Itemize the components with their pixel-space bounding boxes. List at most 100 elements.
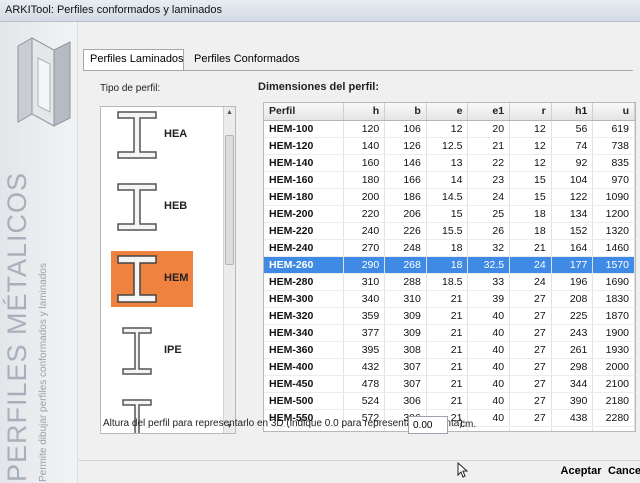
table-row[interactable]: HEM-240 270 248 18 32 21 164 1460 bbox=[264, 239, 635, 257]
table-cell: 240 bbox=[343, 222, 386, 240]
table-cell: 2000 bbox=[592, 358, 635, 376]
profile-item-heb[interactable]: HEB bbox=[111, 179, 193, 235]
table-cell: 24 bbox=[509, 256, 552, 274]
profile-label-heb: HEB bbox=[164, 200, 188, 212]
table-cell: 21 bbox=[426, 324, 469, 342]
table-cell: 92 bbox=[551, 154, 594, 172]
table-row[interactable]: HEM-360 395 308 21 40 27 261 1930 bbox=[264, 341, 635, 359]
dimensions-table: Perfil h b e e1 r h1 u HEM-100 120 106 12 20… bbox=[263, 102, 636, 432]
table-cell: 225 bbox=[551, 307, 594, 325]
column-header[interactable]: e1 bbox=[467, 103, 511, 121]
table-cell: 27 bbox=[509, 290, 552, 308]
mouse-cursor-icon bbox=[457, 462, 469, 478]
table-cell: 40 bbox=[467, 358, 511, 376]
table-row[interactable]: HEM-340 377 309 21 40 27 243 1900 bbox=[264, 324, 635, 342]
column-header[interactable]: u bbox=[592, 103, 635, 121]
profile-label-hea: HEA bbox=[164, 128, 188, 140]
table-cell: 27 bbox=[509, 409, 552, 427]
profile-item-ipe[interactable]: IPE bbox=[111, 323, 193, 379]
table-cell: 18.5 bbox=[426, 273, 469, 291]
title-bar: ARKITool: Perfiles conformados y laminad… bbox=[0, 0, 640, 22]
table-row[interactable]: HEM-320 359 309 21 40 27 225 1870 bbox=[264, 307, 635, 325]
table-row[interactable]: HEM-280 310 288 18.5 33 24 196 1690 bbox=[264, 273, 635, 291]
table-cell: 1460 bbox=[592, 239, 635, 257]
table-cell: 344 bbox=[551, 375, 594, 393]
table-cell: 21 bbox=[426, 358, 469, 376]
table-cell: 835 bbox=[592, 154, 635, 172]
table-cell: 27 bbox=[509, 358, 552, 376]
table-cell: 166 bbox=[384, 171, 427, 189]
profile-item-hem[interactable]: HEM bbox=[111, 251, 193, 307]
profile-name-cell: HEM-240 bbox=[264, 239, 344, 257]
main-panel: Perfiles Laminados Perfiles Conformados … bbox=[78, 22, 640, 483]
cancel-button[interactable]: Cancelar bbox=[608, 460, 640, 482]
column-header[interactable]: b bbox=[384, 103, 427, 121]
table-row[interactable]: HEM-160 180 166 14 23 15 104 970 bbox=[264, 171, 635, 189]
steel-profile-logo-icon bbox=[17, 37, 71, 127]
scroll-up-icon[interactable]: ▲ bbox=[225, 108, 234, 118]
table-cell: 208 bbox=[551, 290, 594, 308]
profile-name-cell: HEM-100 bbox=[264, 120, 344, 138]
table-cell: 486 bbox=[551, 426, 594, 431]
accept-button[interactable]: Aceptar bbox=[560, 460, 602, 482]
table-cell: 307 bbox=[384, 358, 427, 376]
table-cell: 15 bbox=[509, 171, 552, 189]
table-row[interactable]: HEM-120 140 126 12.5 21 12 74 738 bbox=[264, 137, 635, 155]
table-row[interactable]: HEM-220 240 226 15.5 26 18 152 1320 bbox=[264, 222, 635, 240]
table-row[interactable]: HEM-500 524 306 21 40 27 390 2180 bbox=[264, 392, 635, 410]
table-cell: 432 bbox=[343, 358, 386, 376]
i-beam-icon bbox=[117, 183, 157, 231]
table-row[interactable]: HEM-450 478 307 21 40 27 344 2100 bbox=[264, 375, 635, 393]
dimensions-label: Dimensiones del perfil: bbox=[258, 81, 380, 93]
profile-name-cell: HEM-140 bbox=[264, 154, 344, 172]
table-cell: 21 bbox=[467, 137, 511, 155]
table-cell: 307 bbox=[384, 375, 427, 393]
table-cell: 22 bbox=[467, 154, 511, 172]
profile-type-list[interactable]: HEA HEB HEM IPE ▲ ▼ bbox=[100, 106, 236, 434]
height-input[interactable] bbox=[408, 416, 448, 434]
tab-perfiles-conformados[interactable]: Perfiles Conformados bbox=[188, 50, 300, 70]
column-header[interactable]: r bbox=[509, 103, 552, 121]
table-cell: 126 bbox=[384, 137, 427, 155]
column-header[interactable]: Perfil bbox=[264, 103, 344, 121]
table-cell: 306 bbox=[384, 392, 427, 410]
profile-list-scrollbar[interactable]: ▲ ▼ bbox=[223, 107, 235, 433]
table-cell: 12 bbox=[509, 120, 552, 138]
table-row[interactable]: HEM-260 290 268 18 32.5 24 177 1570 bbox=[264, 256, 635, 274]
table-cell: 14.5 bbox=[426, 188, 469, 206]
table-row[interactable]: HEM-100 120 106 12 20 12 56 619 bbox=[264, 120, 635, 138]
table-cell: 26 bbox=[467, 222, 511, 240]
table-cell: 1320 bbox=[592, 222, 635, 240]
table-cell: 298 bbox=[551, 358, 594, 376]
profile-name-cell: HEM-120 bbox=[264, 137, 344, 155]
table-cell: 1900 bbox=[592, 324, 635, 342]
table-row[interactable]: HEM-300 340 310 21 39 27 208 1830 bbox=[264, 290, 635, 308]
table-cell: 39 bbox=[467, 290, 511, 308]
table-cell: 248 bbox=[384, 239, 427, 257]
table-cell: 309 bbox=[384, 307, 427, 325]
table-cell: 12 bbox=[426, 120, 469, 138]
profile-item-hea[interactable]: HEA bbox=[111, 107, 193, 163]
table-cell: 120 bbox=[343, 120, 386, 138]
column-header[interactable]: h bbox=[343, 103, 386, 121]
table-cell: 15 bbox=[426, 205, 469, 223]
table-cell: 12.5 bbox=[426, 137, 469, 155]
table-cell: 56 bbox=[551, 120, 594, 138]
table-row[interactable]: HEM-400 432 307 21 40 27 298 2000 bbox=[264, 358, 635, 376]
column-header[interactable]: h1 bbox=[551, 103, 594, 121]
table-row[interactable]: HEM-140 160 146 13 22 12 92 835 bbox=[264, 154, 635, 172]
table-cell: 310 bbox=[384, 290, 427, 308]
tab-perfiles-laminados[interactable]: Perfiles Laminados bbox=[83, 49, 184, 71]
table-cell: 438 bbox=[551, 409, 594, 427]
table-cell: 12 bbox=[509, 137, 552, 155]
table-row[interactable]: HEM-180 200 186 14.5 24 15 122 1090 bbox=[264, 188, 635, 206]
table-cell: 243 bbox=[551, 324, 594, 342]
scrollbar-thumb[interactable] bbox=[225, 135, 234, 265]
table-row[interactable]: HEM-200 220 206 15 25 18 134 1200 bbox=[264, 205, 635, 223]
column-header[interactable]: e bbox=[426, 103, 469, 121]
table-cell: 23 bbox=[467, 171, 511, 189]
i-beam-icon bbox=[122, 327, 152, 375]
profile-name-cell: HEM-340 bbox=[264, 324, 344, 342]
table-cell: 268 bbox=[384, 256, 427, 274]
table-cell: 140 bbox=[343, 137, 386, 155]
